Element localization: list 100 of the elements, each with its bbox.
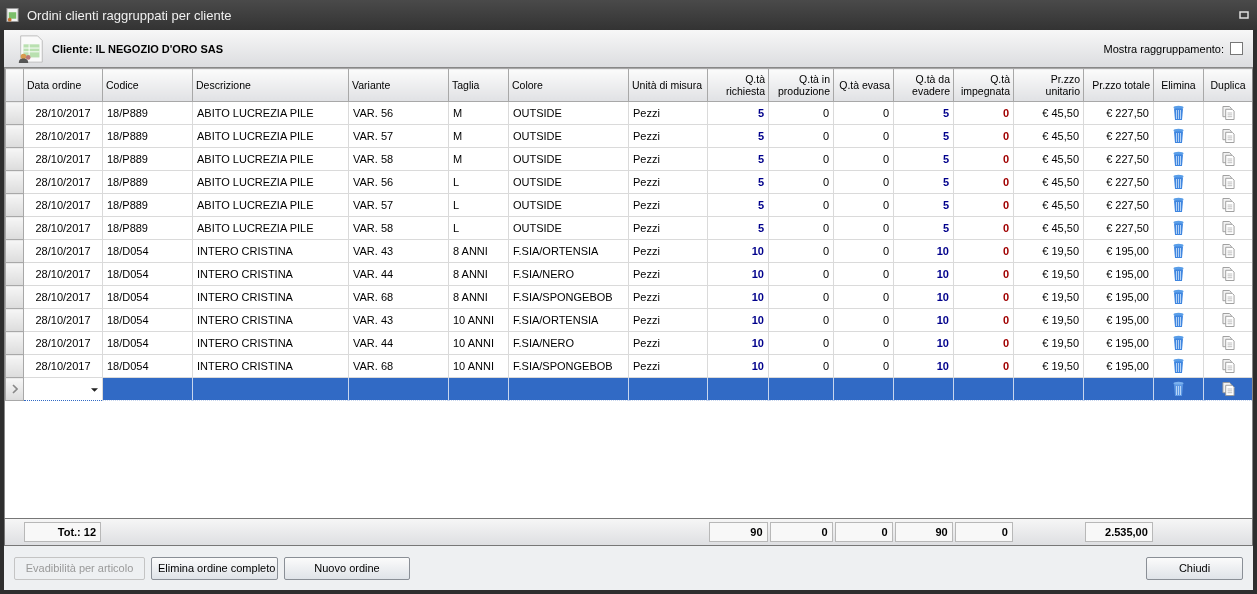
table-cell: INTERO CRISTINA xyxy=(192,262,349,286)
table-cell: 0 xyxy=(953,147,1014,171)
column-header[interactable]: Taglia xyxy=(448,68,509,102)
table-cell: Pezzi xyxy=(628,101,708,125)
table-cell: 0 xyxy=(768,308,834,332)
table-cell: € 45,50 xyxy=(1013,147,1084,171)
copy-icon[interactable] xyxy=(1221,174,1235,190)
trash-icon[interactable] xyxy=(1172,220,1185,236)
trash-icon[interactable] xyxy=(1172,243,1185,259)
minimize-icon[interactable] xyxy=(1239,11,1249,19)
table-cell: € 195,00 xyxy=(1083,262,1154,286)
column-header[interactable]: Q.tà in produzione xyxy=(768,68,834,102)
table-cell: 5 xyxy=(707,216,769,240)
trash-icon[interactable] xyxy=(1172,128,1185,144)
table-cell: Pezzi xyxy=(628,354,708,378)
table-cell: 0 xyxy=(953,262,1014,286)
trash-icon[interactable] xyxy=(1172,381,1185,397)
table-cell: 8 ANNI xyxy=(448,285,509,309)
column-header[interactable]: Variante xyxy=(348,68,449,102)
table-cell: OUTSIDE xyxy=(508,193,629,217)
table-cell: 28/10/2017 xyxy=(23,239,103,263)
client-name: Cliente: IL NEGOZIO D'ORO SAS xyxy=(52,42,224,55)
table-cell: OUTSIDE xyxy=(508,216,629,240)
column-header[interactable]: Q.tà richiesta xyxy=(707,68,769,102)
copy-icon[interactable] xyxy=(1221,358,1235,374)
table-cell: 0 xyxy=(953,193,1014,217)
table-cell: OUTSIDE xyxy=(508,124,629,148)
table-cell: 0 xyxy=(768,124,834,148)
table-cell: 28/10/2017 xyxy=(23,331,103,355)
copy-icon[interactable] xyxy=(1221,266,1235,282)
trash-icon[interactable] xyxy=(1172,266,1185,282)
table-cell: 10 ANNI xyxy=(448,308,509,332)
trash-icon[interactable] xyxy=(1172,358,1185,374)
column-header[interactable]: Unità di misura xyxy=(628,68,708,102)
grouping-checkbox[interactable] xyxy=(1230,42,1243,55)
table-cell: 28/10/2017 xyxy=(23,124,103,148)
total-cell: Tot.: 12 xyxy=(24,522,102,542)
table-cell: Pezzi xyxy=(628,147,708,171)
action-button[interactable]: Nuovo ordine xyxy=(284,556,410,580)
column-header[interactable]: Codice xyxy=(102,68,193,102)
table-cell: F.SIA/NERO xyxy=(508,262,629,286)
table-cell: VAR. 57 xyxy=(348,124,449,148)
table-cell: 10 xyxy=(893,331,954,355)
trash-icon[interactable] xyxy=(1172,312,1185,328)
copy-icon[interactable] xyxy=(1221,289,1235,305)
action-button[interactable]: Elimina ordine completo xyxy=(151,556,278,580)
table-cell: INTERO CRISTINA xyxy=(192,239,349,263)
table-cell: 18/P889 xyxy=(102,101,193,125)
table-cell: Pezzi xyxy=(628,285,708,309)
table-cell: € 227,50 xyxy=(1083,170,1154,194)
table-cell: OUTSIDE xyxy=(508,147,629,171)
copy-icon[interactable] xyxy=(1221,381,1235,397)
copy-icon[interactable] xyxy=(1221,105,1235,121)
column-header[interactable]: Elimina xyxy=(1153,68,1204,102)
table-cell: F.SIA/ORTENSIA xyxy=(508,308,629,332)
table-cell: 5 xyxy=(893,170,954,194)
column-header[interactable]: Pr.zzo totale xyxy=(1083,68,1154,102)
table-cell: VAR. 56 xyxy=(348,170,449,194)
table-cell: 0 xyxy=(833,170,894,194)
column-header[interactable]: Descrizione xyxy=(192,68,349,102)
table-cell: € 227,50 xyxy=(1083,124,1154,148)
column-header[interactable]: Q.tà evasa xyxy=(833,68,894,102)
table-cell: ABITO LUCREZIA PILE xyxy=(192,101,349,125)
copy-icon[interactable] xyxy=(1221,243,1235,259)
column-header[interactable]: Duplica xyxy=(1203,68,1252,102)
table-cell: 10 xyxy=(707,308,769,332)
table-cell: € 19,50 xyxy=(1013,239,1084,263)
table-cell: 18/P889 xyxy=(102,170,193,194)
dropdown-icon[interactable] xyxy=(91,387,98,393)
table-cell: € 195,00 xyxy=(1083,331,1154,355)
table-cell: € 19,50 xyxy=(1013,354,1084,378)
table-cell: 0 xyxy=(953,308,1014,332)
table-cell: VAR. 57 xyxy=(348,193,449,217)
table-cell: Pezzi xyxy=(628,331,708,355)
trash-icon[interactable] xyxy=(1172,174,1185,190)
copy-icon[interactable] xyxy=(1221,151,1235,167)
copy-icon[interactable] xyxy=(1221,335,1235,351)
column-header[interactable]: Colore xyxy=(508,68,629,102)
column-header[interactable]: Q.tà impegnata xyxy=(953,68,1014,102)
table-cell: VAR. 68 xyxy=(348,354,449,378)
column-header[interactable]: Data ordine xyxy=(23,68,103,102)
copy-icon[interactable] xyxy=(1221,128,1235,144)
trash-icon[interactable] xyxy=(1172,151,1185,167)
close-button[interactable]: Chiudi xyxy=(1146,556,1243,580)
trash-icon[interactable] xyxy=(1172,105,1185,121)
copy-icon[interactable] xyxy=(1221,220,1235,236)
table-cell: € 45,50 xyxy=(1013,216,1084,240)
table-cell: 28/10/2017 xyxy=(23,193,103,217)
trash-icon[interactable] xyxy=(1172,289,1185,305)
table-cell: € 227,50 xyxy=(1083,101,1154,125)
trash-icon[interactable] xyxy=(1172,335,1185,351)
copy-icon[interactable] xyxy=(1221,197,1235,213)
table-cell: F.SIA/SPONGEBOB xyxy=(508,285,629,309)
column-header[interactable]: Q.tà da evadere xyxy=(893,68,954,102)
trash-icon[interactable] xyxy=(1172,197,1185,213)
current-row-icon xyxy=(11,384,18,394)
table-cell: € 195,00 xyxy=(1083,354,1154,378)
copy-icon[interactable] xyxy=(1221,312,1235,328)
table-cell: 10 xyxy=(893,308,954,332)
column-header[interactable]: Pr.zzo unitario xyxy=(1013,68,1084,102)
